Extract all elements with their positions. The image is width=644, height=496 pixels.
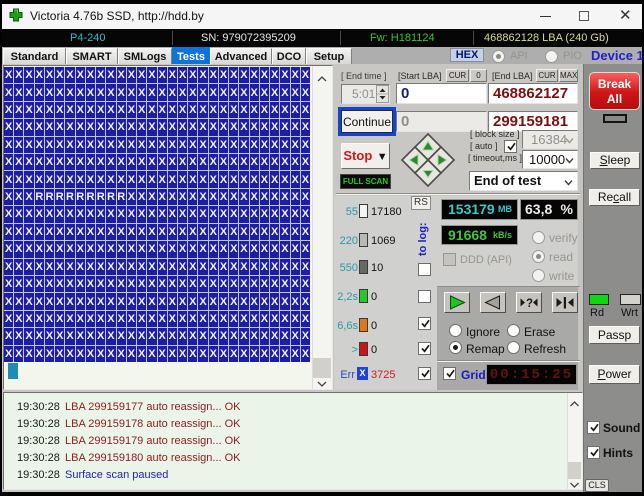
svg-text:?: ?: [526, 298, 533, 310]
